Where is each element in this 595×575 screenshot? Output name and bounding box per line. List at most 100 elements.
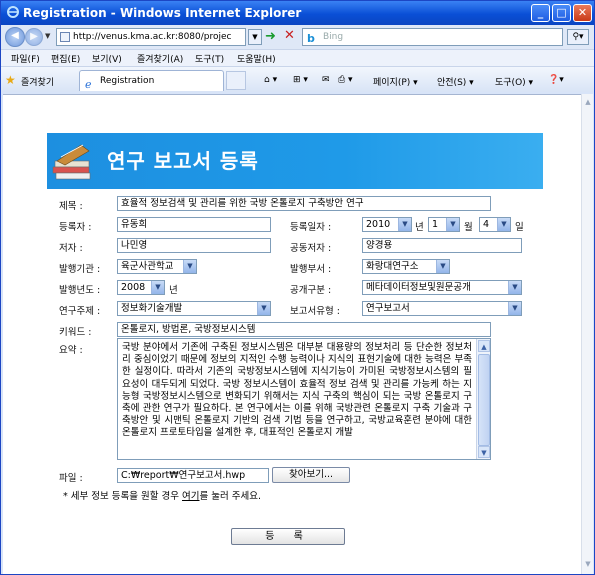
tab-registration[interactable]: ℯ Registration	[79, 70, 224, 91]
publication-year-unit: 년	[169, 285, 178, 296]
reg-month-select[interactable]: 1 ▼	[428, 217, 460, 232]
chevron-down-icon: ▼	[436, 260, 449, 273]
favorites-bar: ★ 즐겨찾기 ℯ Registration ⌂ ▾ ⊞ ▾ ✉ ⎙ ▾ 페이지(…	[1, 66, 594, 92]
scroll-thumb[interactable]	[478, 354, 490, 446]
coauthor-input[interactable]: 양경용	[362, 238, 522, 253]
page-scrollbar[interactable]: ▲ ▼	[581, 94, 593, 574]
report-type-value: 연구보고서	[366, 303, 410, 314]
url-dropdown-button[interactable]: ▼	[248, 29, 262, 45]
author-input[interactable]: 나민영	[117, 238, 271, 253]
department-label: 발행부서 :	[290, 264, 332, 275]
favorites-button[interactable]: 즐겨찾기	[21, 75, 54, 88]
forward-button[interactable]: ▶	[25, 28, 43, 46]
scroll-down-icon[interactable]: ▼	[583, 560, 593, 570]
favorites-star-icon[interactable]: ★	[5, 73, 16, 87]
chevron-down-icon: ▼	[151, 281, 164, 294]
author-label: 저자 :	[59, 243, 83, 254]
scroll-up-icon[interactable]: ▲	[478, 340, 490, 352]
window-title: Registration - Windows Internet Explorer	[23, 6, 302, 20]
recent-pages-arrow-icon[interactable]: ▼	[45, 32, 50, 40]
page-menu[interactable]: 페이지(P) ▾	[373, 75, 418, 88]
url-input[interactable]: http://venus.kma.ac.kr:8080/projec	[56, 28, 246, 46]
coauthor-label: 공동저자 :	[290, 243, 332, 254]
reg-day-value: 4	[483, 219, 490, 230]
mail-icon[interactable]: ✉	[322, 75, 330, 85]
publication-year-label: 발행년도 :	[59, 285, 101, 296]
search-button[interactable]: ⚲▾	[567, 29, 589, 45]
menu-tools[interactable]: 도구(T)	[195, 52, 224, 65]
reg-year-select[interactable]: 2010 ▼	[362, 217, 412, 232]
browser-window: Registration - Windows Internet Explorer…	[0, 0, 595, 575]
keyword-input[interactable]: 온톨로지, 방법론, 국방정보시스템	[117, 322, 491, 337]
file-input[interactable]: C:₩report₩연구보고서.hwp	[117, 468, 269, 483]
summary-textarea[interactable]: 국방 분야에서 기존에 구축된 정보시스템은 대부분 대용량의 정보처리 등 단…	[117, 338, 491, 460]
detail-link[interactable]: 여기	[182, 491, 199, 502]
minimize-button[interactable]: _	[531, 4, 550, 22]
publisher-value: 육군사관학교	[121, 261, 174, 272]
maximize-button[interactable]: □	[552, 4, 571, 22]
internet-explorer-icon	[7, 6, 19, 18]
publisher-label: 발행기관 :	[59, 264, 101, 275]
note-suffix: 를 눌러 주세요.	[199, 491, 262, 502]
tab-page-icon: ℯ	[85, 78, 92, 91]
menu-bar: 파일(F) 편집(E) 보기(V) 즐겨찾기(A) 도구(T) 도움말(H)	[1, 49, 594, 66]
tools-menu[interactable]: 도구(O) ▾	[495, 75, 533, 88]
stop-icon[interactable]: ✕	[284, 28, 295, 43]
close-button[interactable]: ✕	[573, 4, 592, 22]
scroll-up-icon[interactable]: ▲	[583, 98, 593, 108]
scroll-down-icon[interactable]: ▼	[478, 446, 490, 458]
registration-date-label: 등록일자 :	[290, 222, 332, 233]
chevron-down-icon: ▼	[398, 218, 411, 231]
search-input[interactable]: b Bing	[302, 28, 563, 46]
registrant-input[interactable]: 유동희	[117, 217, 271, 232]
disclosure-label: 공개구분 :	[290, 285, 332, 296]
back-button[interactable]: ◀	[5, 27, 25, 47]
month-unit: 월	[464, 222, 473, 233]
page-viewport: 연구 보고서 등록 제목 : 효율적 정보검색 및 관리를 위한 국방 온톨로지…	[3, 94, 581, 574]
title-input[interactable]: 효율적 정보검색 및 관리를 위한 국방 온톨로지 구축방안 연구	[117, 196, 491, 211]
chevron-down-icon: ▼	[257, 302, 270, 315]
publisher-select[interactable]: 육군사관학교 ▼	[117, 259, 197, 274]
summary-scrollbar[interactable]: ▲ ▼	[476, 339, 490, 459]
home-icon[interactable]: ⌂ ▾	[264, 75, 277, 85]
year-unit: 년	[415, 222, 424, 233]
report-type-label: 보고서유형 :	[290, 306, 340, 317]
help-icon[interactable]: ❓▾	[548, 75, 564, 85]
menu-view[interactable]: 보기(V)	[92, 52, 122, 65]
publication-year-select[interactable]: 2008 ▼	[117, 280, 165, 295]
new-tab-button[interactable]	[226, 71, 246, 90]
keyword-label: 키워드 :	[59, 327, 92, 338]
menu-edit[interactable]: 편집(E)	[51, 52, 80, 65]
title-label: 제목 :	[59, 201, 83, 212]
tab-title: Registration	[100, 76, 155, 86]
summary-label: 요약 :	[59, 345, 83, 356]
research-topic-select[interactable]: 정보화기술개발 ▼	[117, 301, 271, 316]
feeds-icon[interactable]: ⊞ ▾	[293, 75, 308, 85]
chevron-down-icon: ▼	[183, 260, 196, 273]
disclosure-value: 메타데이터정보및원문공개	[366, 282, 471, 293]
menu-file[interactable]: 파일(F)	[11, 52, 40, 65]
department-select[interactable]: 화랑대연구소 ▼	[362, 259, 450, 274]
publication-year-value: 2008	[121, 282, 146, 293]
page-icon	[60, 32, 70, 42]
print-icon[interactable]: ⎙ ▾	[338, 75, 353, 85]
chevron-down-icon: ▼	[446, 218, 459, 231]
chevron-down-icon: ▼	[508, 302, 521, 315]
go-arrow-icon[interactable]: ➜	[265, 29, 276, 44]
menu-favorites[interactable]: 즐겨찾기(A)	[137, 52, 183, 65]
page-header-banner: 연구 보고서 등록	[47, 133, 543, 189]
title-bar[interactable]: Registration - Windows Internet Explorer…	[1, 1, 594, 25]
menu-help[interactable]: 도움말(H)	[237, 52, 276, 65]
research-topic-label: 연구주제 :	[59, 306, 101, 317]
disclosure-select[interactable]: 메타데이터정보및원문공개 ▼	[362, 280, 522, 295]
safety-menu[interactable]: 안전(S) ▾	[437, 75, 474, 88]
day-unit: 일	[515, 222, 524, 233]
bing-icon: b	[307, 32, 315, 45]
browse-button[interactable]: 찾아보기...	[272, 467, 350, 483]
search-placeholder: Bing	[323, 32, 344, 42]
register-button[interactable]: 등 록	[231, 528, 345, 545]
reg-month-value: 1	[432, 219, 439, 230]
note-prefix: * 세부 정보 등록을 원할 경우	[63, 491, 183, 502]
reg-day-select[interactable]: 4 ▼	[479, 217, 511, 232]
report-type-select[interactable]: 연구보고서 ▼	[362, 301, 522, 316]
